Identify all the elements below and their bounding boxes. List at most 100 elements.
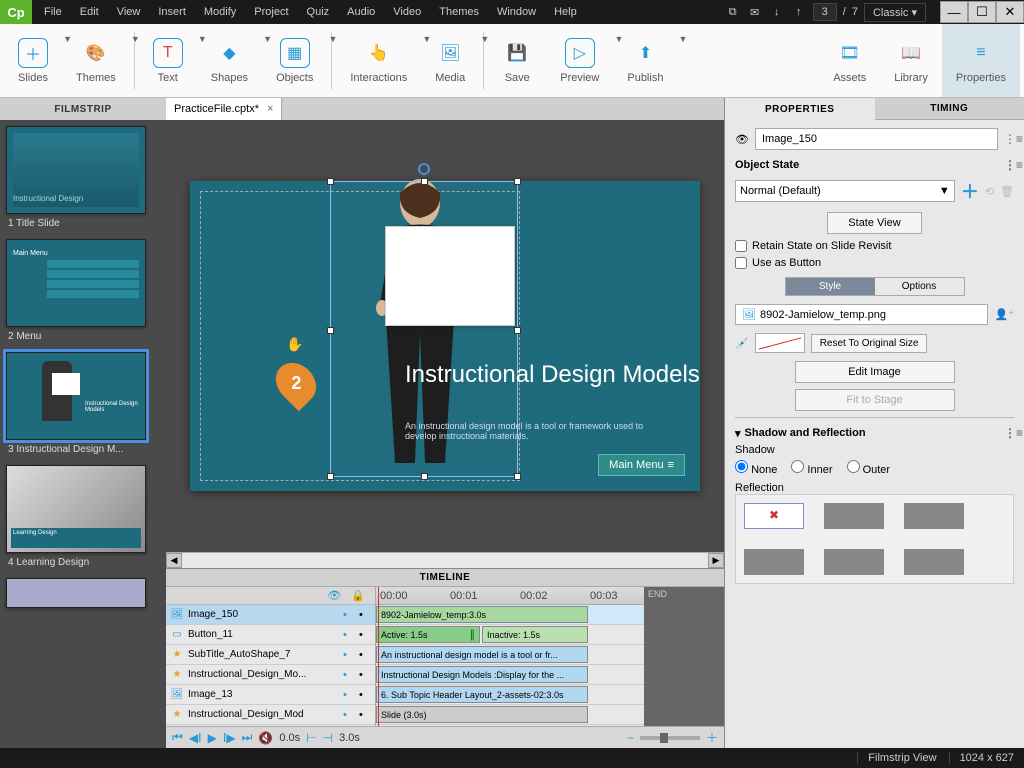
layer-visibility-icon[interactable]: •	[343, 669, 355, 681]
transparency-swatch[interactable]	[755, 333, 805, 353]
lock-icon[interactable]: 🔒	[351, 589, 365, 602]
tl-play-icon[interactable]: ▶	[208, 731, 217, 745]
scroll-left-button[interactable]: ◀	[166, 553, 182, 568]
reflection-preset-1[interactable]	[824, 503, 884, 529]
visibility-icon[interactable]: 👁	[327, 589, 341, 602]
tl-zoom-in-icon[interactable]: ＋	[706, 729, 718, 746]
tl-goto-end-icon[interactable]: ⏭	[242, 730, 253, 745]
menu-video[interactable]: Video	[385, 2, 429, 22]
rotate-handle[interactable]	[418, 163, 430, 175]
timeline-layer-row[interactable]: ▭ Button_11 • •	[166, 625, 375, 645]
timeline-layer-row[interactable]: 🖼 Image_13 • •	[166, 685, 375, 705]
menu-window[interactable]: Window	[489, 2, 544, 22]
ribbon-text[interactable]: T▼Text	[139, 24, 197, 97]
tl-marker-end-icon[interactable]: ⊣	[323, 731, 333, 745]
ribbon-publish[interactable]: ⬆▼Publish	[613, 24, 677, 97]
timeline-clip[interactable]: Instructional Design Models :Display for…	[376, 666, 588, 683]
reflection-none[interactable]	[744, 503, 804, 529]
menu-quiz[interactable]: Quiz	[299, 2, 338, 22]
subtab-options[interactable]: Options	[875, 278, 964, 295]
visibility-toggle-icon[interactable]: 👁	[735, 133, 749, 146]
thumb-4[interactable]: Learning Design 4 Learning Design	[6, 465, 160, 572]
reflection-preset-3[interactable]	[744, 549, 804, 575]
stage-area[interactable]: 2 ✋ Instructional Design Models An instr…	[166, 120, 724, 552]
tl-marker-start-icon[interactable]: ⊢	[306, 731, 316, 745]
slide-canvas[interactable]: 2 ✋ Instructional Design Models An instr…	[190, 181, 700, 491]
ribbon-themes[interactable]: 🎨▼Themes	[62, 24, 130, 97]
ribbon-save[interactable]: 💾Save	[488, 24, 546, 97]
ribbon-assets[interactable]: 🎞Assets	[819, 24, 880, 97]
edit-image-button[interactable]: Edit Image	[795, 361, 955, 383]
retain-state-checkbox[interactable]: Retain State on Slide Revisit	[735, 240, 1014, 252]
tl-mute-icon[interactable]: 🔇	[258, 731, 273, 745]
tab-close-icon[interactable]: ×	[267, 103, 273, 115]
layer-visibility-icon[interactable]: •	[343, 709, 355, 721]
workspace-dropdown[interactable]: Classic ▾	[864, 3, 926, 22]
timeline-clip[interactable]: Inactive: 1.5s	[482, 626, 588, 643]
timeline-clip[interactable]: Active: 1.5s∥	[376, 626, 480, 643]
menu-themes[interactable]: Themes	[431, 2, 487, 22]
layer-visibility-icon[interactable]: •	[343, 609, 355, 621]
minimize-button[interactable]: —	[940, 1, 968, 23]
stage-main-menu-button[interactable]: Main Menu≡	[598, 454, 685, 476]
ribbon-shapes[interactable]: ◆▼Shapes	[197, 24, 262, 97]
timeline-layer-row[interactable]: ★ Instructional_Design_Mod • •	[166, 705, 375, 725]
stage-subtitle[interactable]: An instructional design model is a tool …	[405, 421, 665, 441]
ribbon-properties[interactable]: ≡Properties	[942, 24, 1020, 97]
options-menu-icon[interactable]: ⋮≡	[1004, 132, 1014, 146]
tab-properties[interactable]: PROPERTIES	[725, 98, 875, 120]
layer-lock-icon[interactable]: •	[359, 709, 371, 721]
state-select[interactable]: Normal (Default)▼	[735, 180, 955, 202]
stage-title[interactable]: Instructional Design Models	[405, 361, 700, 390]
ribbon-preview[interactable]: ▷▼Preview	[546, 24, 613, 97]
thumb-2[interactable]: Main Menu 2 Menu	[6, 239, 160, 346]
tab-timing[interactable]: TIMING	[875, 98, 1024, 120]
horizontal-scrollbar[interactable]: ◀ ▶	[166, 552, 724, 568]
tl-step-back-icon[interactable]: ◀Ⅰ	[189, 731, 202, 745]
upload-icon[interactable]: ↑	[791, 4, 807, 20]
thumb-1[interactable]: Instructional Design 1 Title Slide	[6, 126, 160, 233]
use-as-button-checkbox[interactable]: Use as Button	[735, 257, 1014, 269]
reflection-preset-4[interactable]	[824, 549, 884, 575]
layer-lock-icon[interactable]: •	[359, 689, 371, 701]
shadow-none-radio[interactable]: None	[735, 460, 777, 476]
document-tab[interactable]: PracticeFile.cptx* ×	[166, 98, 282, 120]
tl-zoom-slider[interactable]	[640, 736, 700, 740]
eyedropper-icon[interactable]: 💉	[735, 337, 749, 350]
tl-step-fwd-icon[interactable]: Ⅰ▶	[223, 731, 236, 745]
menu-edit[interactable]: Edit	[72, 2, 107, 22]
thumb-5[interactable]	[6, 578, 160, 608]
mail-icon[interactable]: ✉	[747, 4, 763, 20]
timeline-clip[interactable]: An instructional design model is a tool …	[376, 646, 588, 663]
reset-size-button[interactable]: Reset To Original Size	[811, 334, 928, 353]
scroll-right-button[interactable]: ▶	[708, 553, 724, 568]
page-current[interactable]: 3	[813, 3, 837, 21]
thumb-3[interactable]: Instructional DesignModels 3 Instruction…	[6, 352, 160, 459]
layer-visibility-icon[interactable]: •	[343, 649, 355, 661]
ribbon-objects[interactable]: ▦▼Objects	[262, 24, 327, 97]
state-menu-icon[interactable]: ⋮≡	[1004, 158, 1014, 172]
timeline-clip[interactable]: 6. Sub Topic Header Layout_2-assets-02:3…	[376, 686, 588, 703]
reflection-preset-5[interactable]	[904, 549, 964, 575]
state-view-button[interactable]: State View	[827, 212, 921, 234]
close-button[interactable]: ✕	[996, 1, 1024, 23]
layer-lock-icon[interactable]: •	[359, 629, 371, 641]
timeline-clip[interactable]: Slide (3.0s)	[376, 706, 588, 723]
layer-lock-icon[interactable]: •	[359, 609, 371, 621]
shadow-inner-radio[interactable]: Inner	[791, 460, 832, 476]
layer-lock-icon[interactable]: •	[359, 669, 371, 681]
timeline-layer-row[interactable]: 🖼 Image_150 • •	[166, 605, 375, 625]
image-filename[interactable]: 🖼8902-Jamielow_temp.png	[735, 304, 988, 325]
subtab-style[interactable]: Style	[786, 278, 875, 295]
timeline-clip[interactable]: 8902-Jamielow_temp:3.0s	[376, 606, 588, 623]
shadow-menu-icon[interactable]: ⋮≡	[1004, 426, 1014, 440]
shadow-outer-radio[interactable]: Outer	[847, 460, 891, 476]
menu-project[interactable]: Project	[246, 2, 296, 22]
reflection-preset-2[interactable]	[904, 503, 964, 529]
delete-state-icon[interactable]: 🗑	[1000, 185, 1014, 198]
menu-help[interactable]: Help	[546, 2, 585, 22]
maximize-button[interactable]: ☐	[968, 1, 996, 23]
layer-visibility-icon[interactable]: •	[343, 689, 355, 701]
ribbon-media[interactable]: 🖼▼Media	[421, 24, 479, 97]
fit-to-stage-button[interactable]: Fit to Stage	[795, 389, 955, 411]
